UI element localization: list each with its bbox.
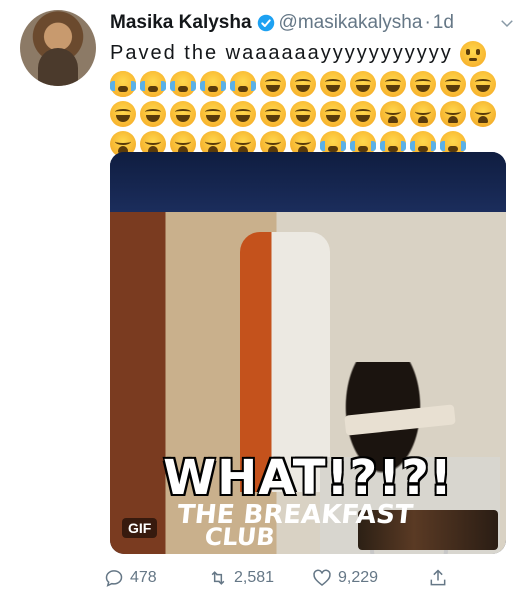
joy-emoji-icon [230,100,256,127]
like-count: 9,229 [338,569,379,586]
tweet-timestamp[interactable]: 1d [433,12,454,34]
gif-caption: WHAT!?!?! [163,450,453,506]
share-button[interactable] [428,568,454,588]
weary-emoji-icon [440,100,466,127]
joy-emoji-icon [380,70,406,97]
retweet-button[interactable]: 2,581 [208,568,312,588]
reply-count: 478 [130,569,157,586]
joy-emoji-icon [350,70,376,97]
sob-emoji-icon [170,70,196,97]
sob-emoji-icon [200,70,226,97]
separator-dot: · [424,12,431,33]
reply-button[interactable]: 478 [104,568,208,588]
tweet-text: Paved the waaaaaayyyyyyyyyyy [110,38,514,158]
flushed-emoji-icon [460,40,487,67]
joy-emoji-icon [290,100,316,127]
share-icon [430,569,446,586]
joy-emoji-icon [290,70,316,97]
joy-emoji-icon [410,70,436,97]
sob-emoji-icon [140,70,166,97]
like-button[interactable]: 9,229 [312,568,416,588]
joy-emoji-icon [200,100,226,127]
joy-emoji-icon [470,70,496,97]
sob-emoji-icon [110,70,136,97]
retweet-count: 2,581 [234,569,275,586]
verified-badge-icon [257,14,274,32]
show-logo: THE BREAKFAST CLUB [174,500,415,551]
joy-emoji-icon [260,70,286,97]
joy-emoji-icon [170,100,196,127]
joy-emoji-icon [320,100,346,127]
emoji-row [110,68,514,98]
joy-emoji-icon [440,70,466,97]
weary-emoji-icon [410,100,436,127]
gif-badge: GIF [122,518,158,538]
gif-media[interactable]: WHAT!?!?! GIF THE BREAKFAST CLUB [110,152,506,554]
heart-icon [313,569,331,587]
joy-emoji-icon [110,100,136,127]
author-name[interactable]: Masika Kalysha [110,12,252,34]
joy-emoji-icon [260,100,286,127]
media-top-strip [110,152,506,212]
author-handle[interactable]: @masikakalysha [279,12,423,34]
joy-emoji-icon [350,100,376,127]
joy-emoji-icon [140,100,166,127]
tweet-text-line: Paved the waaaaaayyyyyyyyyyy [110,38,514,97]
tweet-text-content: Paved the waaaaaayyyyyyyyyyy [110,42,453,64]
reply-icon [105,570,123,587]
retweet-icon [211,571,225,585]
avatar[interactable] [20,10,96,86]
emoji-row [110,98,514,128]
weary-emoji-icon [470,100,496,127]
weary-emoji-icon [380,100,406,127]
joy-emoji-icon [320,70,346,97]
tweet-actions: 478 2,581 9,229 [104,566,514,590]
chevron-down-icon[interactable] [498,14,516,32]
sob-emoji-icon [230,70,256,97]
tweet-header: Masika Kalysha @masikakalysha · 1d [110,10,516,36]
